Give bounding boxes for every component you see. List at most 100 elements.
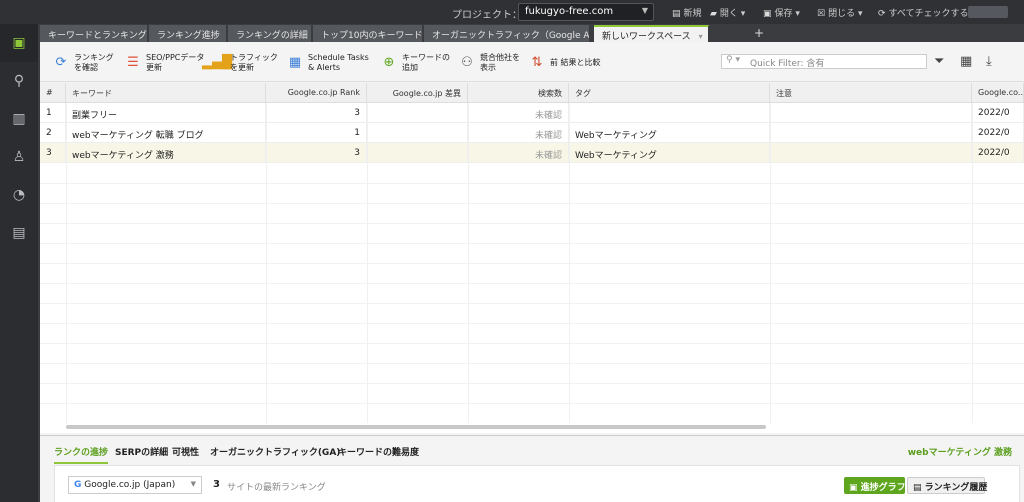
grid-line bbox=[40, 283, 1024, 284]
grid-line bbox=[40, 343, 1024, 344]
grid-line bbox=[40, 263, 1024, 264]
col-note[interactable]: 注意 bbox=[770, 83, 972, 103]
check-all-button[interactable]: ⟳ すべてチェックする bbox=[878, 6, 969, 19]
grid-line bbox=[40, 243, 1024, 244]
save-icon: ▣ bbox=[763, 9, 772, 19]
tab-visibility[interactable]: 可視性 bbox=[172, 445, 199, 458]
tab-ranking-progress[interactable]: ランキング進捗 bbox=[149, 25, 227, 42]
grid-line bbox=[468, 103, 469, 423]
search-engine-select[interactable]: G Google.co.jp (Japan) ▼ bbox=[68, 476, 202, 494]
col-rank[interactable]: Google.co.jp Rank bbox=[266, 83, 367, 103]
col-num[interactable]: # bbox=[40, 83, 66, 103]
grid-line bbox=[770, 103, 771, 423]
progress-graph-button[interactable]: ▣ 進捗グラフ bbox=[844, 477, 906, 494]
toolbar: ⟳ ランキング を確認 ☰ SEO/PPCデータ 更新 ▂▄█ トラフィック を… bbox=[40, 42, 1024, 82]
ranking-history-button[interactable]: ▤ ランキング履歴 bbox=[907, 477, 987, 494]
tab-organic-traffic-ga[interactable]: オーガニックトラフィック(GA) bbox=[210, 445, 340, 458]
users-icon: ⚇ bbox=[461, 55, 473, 70]
col-date[interactable]: Google.co... bbox=[972, 83, 1024, 103]
table-header: # キーワード Google.co.jp Rank Google.co.jp 差… bbox=[40, 83, 1024, 103]
grid-line bbox=[66, 103, 67, 423]
grid-line bbox=[569, 103, 570, 423]
new-file-icon: ▤ bbox=[672, 9, 681, 19]
show-competitors-button[interactable]: ⚇ 競合他社を 表示 bbox=[458, 50, 520, 76]
gauge-icon: ◔ bbox=[12, 187, 26, 203]
rank-progress-panel: G Google.co.jp (Japan) ▼ 3 サイトの最新ランキング ▣… bbox=[54, 465, 1020, 502]
refresh-icon: ⟳ bbox=[878, 9, 886, 19]
sidebar-item-rankings[interactable]: ▣ bbox=[0, 24, 38, 62]
user-icon: ♙ bbox=[12, 149, 26, 165]
tab-keywords-rankings[interactable]: キーワードとランキング bbox=[40, 25, 148, 42]
calendar-icon: ▦ bbox=[288, 55, 302, 70]
sidebar-item-analytics[interactable]: ▥ bbox=[0, 100, 38, 138]
grid-line bbox=[367, 103, 368, 423]
grid-line bbox=[972, 103, 973, 423]
sidebar-item-research[interactable]: ⚲ bbox=[0, 62, 38, 100]
main-content: ⟳ ランキング を確認 ☰ SEO/PPCデータ 更新 ▂▄█ トラフィック を… bbox=[40, 42, 1024, 502]
tab-organic-traffic[interactable]: オーガニックトラフィック（Google A... bbox=[424, 25, 590, 42]
open-button[interactable]: ▰ 開く ▾ bbox=[710, 6, 745, 19]
chevron-down-icon: ▼ bbox=[190, 480, 196, 488]
grid-line bbox=[40, 223, 1024, 224]
col-volume[interactable]: 検索数 bbox=[468, 83, 569, 103]
dashboard-icon: ▣ bbox=[12, 35, 26, 51]
new-button[interactable]: ▤ 新規 bbox=[672, 6, 702, 19]
tab-ranking-details[interactable]: ランキングの詳細 bbox=[228, 25, 312, 42]
update-traffic-button[interactable]: ▂▄█ トラフィック を更新 bbox=[202, 50, 278, 76]
selected-keyword: webマーケティング 激務 bbox=[907, 448, 1012, 458]
avatar[interactable] bbox=[968, 6, 1008, 18]
close-button[interactable]: ☒ 閉じる ▾ bbox=[817, 6, 862, 19]
tab-new-workspace[interactable]: 新しいワークスペース ▾ bbox=[594, 25, 709, 42]
chart-icon: ▥ bbox=[12, 111, 26, 127]
sidebar-item-reports[interactable]: ▤ bbox=[0, 214, 38, 252]
close-icon: ☒ bbox=[817, 9, 826, 19]
add-keywords-button[interactable]: ⊕ キーワードの 追加 bbox=[380, 50, 450, 76]
project-label: プロジェクト： bbox=[452, 10, 522, 21]
grid-line bbox=[40, 383, 1024, 384]
col-diff[interactable]: Google.co.jp 差異 bbox=[367, 83, 468, 103]
site-count: 3 bbox=[213, 479, 220, 490]
seo-data-icon: ☰ bbox=[127, 55, 139, 70]
update-seo-button[interactable]: ☰ SEO/PPCデータ 更新 bbox=[124, 50, 204, 76]
sidebar-item-audit[interactable]: ◔ bbox=[0, 176, 38, 214]
add-tab-icon[interactable]: + bbox=[754, 26, 764, 40]
tab-rank-progress[interactable]: ランクの進捗 bbox=[54, 445, 109, 464]
report-icon: ▤ bbox=[12, 225, 26, 241]
compare-results-button[interactable]: ⇅ 前 結果と比較 bbox=[528, 50, 601, 76]
table-row[interactable]: 2 webマーケティング 転職 ブログ 1 未確認 Webマーケティング 202… bbox=[40, 123, 1024, 143]
tab-keyword-difficulty[interactable]: キーワードの難易度 bbox=[338, 445, 419, 458]
save-button[interactable]: ▣ 保存 ▾ bbox=[763, 6, 800, 19]
grid-line bbox=[266, 103, 267, 423]
grid-line bbox=[40, 303, 1024, 304]
grid-line bbox=[40, 323, 1024, 324]
chevron-down-icon: ▼ bbox=[641, 6, 648, 15]
site-count-label: サイトの最新ランキング bbox=[227, 483, 326, 493]
sidebar: ▣ ⚲ ▥ ♙ ◔ ▤ bbox=[0, 24, 38, 502]
top-bar: プロジェクト： fukugyo-free.com ▼ ▤ 新規 ▰ 開く ▾ ▣ 保存… bbox=[0, 0, 1024, 24]
plus-circle-icon: ⊕ bbox=[383, 55, 395, 70]
chevron-down-icon[interactable]: ▾ bbox=[699, 32, 703, 41]
columns-icon[interactable]: ▦ bbox=[960, 54, 972, 69]
table-row[interactable]: 1 副業フリー 3 未確認 2022/0 bbox=[40, 103, 1024, 123]
quick-filter-input[interactable]: ⚲ ▾ Quick Filter: 含有 bbox=[721, 54, 927, 69]
search-icon: ⚲ ▾ bbox=[726, 55, 740, 65]
tab-top10-keywords[interactable]: トップ10内のキーワード bbox=[313, 25, 423, 42]
grid-line bbox=[40, 203, 1024, 204]
project-value: fukugyo-free.com bbox=[525, 6, 614, 17]
tab-serp-details[interactable]: SERPの詳細 bbox=[115, 445, 168, 458]
table-row-selected[interactable]: 3 webマーケティング 激務 3 未確認 Webマーケティング 2022/0 bbox=[40, 143, 1024, 163]
project-select[interactable]: fukugyo-free.com ▼ bbox=[518, 3, 654, 21]
workspace-tabs: キーワードとランキング ランキング進捗 ランキングの詳細 トップ10内のキーワー… bbox=[40, 24, 1024, 42]
bottom-panel: ランクの進捗 SERPの詳細 可視性 オーガニックトラフィック(GA) キーワー… bbox=[40, 435, 1024, 502]
horizontal-scrollbar[interactable] bbox=[66, 425, 766, 429]
filter-icon[interactable]: ⏷ bbox=[934, 54, 944, 69]
col-tag[interactable]: タグ bbox=[569, 83, 770, 103]
folder-icon: ▰ bbox=[710, 9, 717, 19]
grid-line bbox=[40, 363, 1024, 364]
schedule-tasks-button[interactable]: ▦ Schedule Tasks & Alerts bbox=[286, 50, 369, 76]
col-keyword[interactable]: キーワード bbox=[66, 83, 266, 103]
keywords-table: # キーワード Google.co.jp Rank Google.co.jp 差… bbox=[40, 83, 1024, 433]
sidebar-item-competitors[interactable]: ♙ bbox=[0, 138, 38, 176]
check-rankings-button[interactable]: ⟳ ランキング を確認 bbox=[52, 50, 114, 76]
download-icon[interactable]: ⤓ bbox=[986, 54, 992, 69]
